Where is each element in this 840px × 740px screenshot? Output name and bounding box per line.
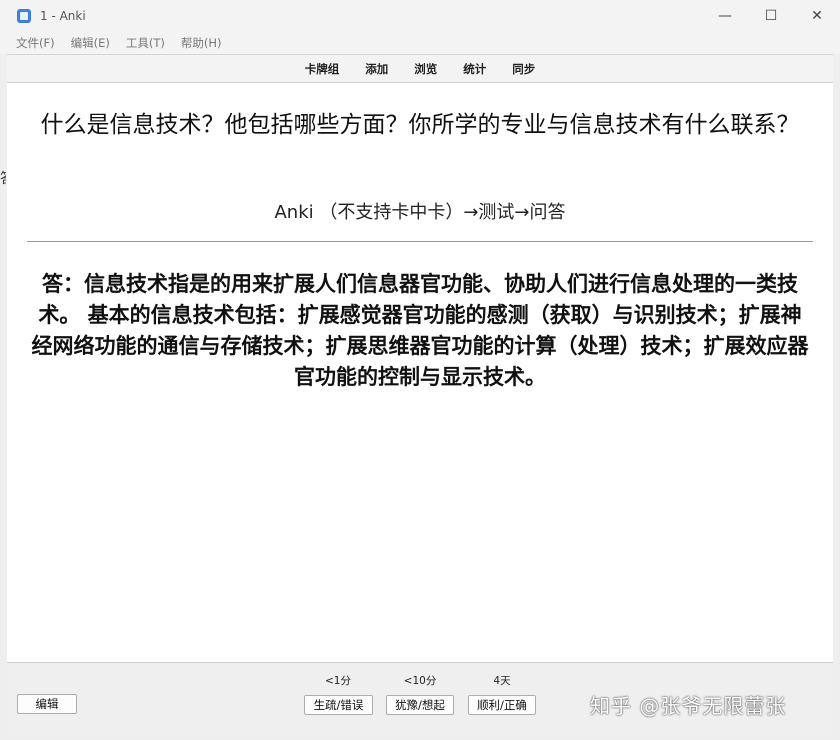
title-bar: 1 - Anki — ☐ ✕ (0, 0, 840, 31)
card-question: 什么是信息技术？他包括哪些方面？你所学的专业与信息技术有什么联系？ (40, 112, 800, 138)
interval-again: <1分 (325, 675, 351, 687)
toolbar-add[interactable]: 添加 (365, 61, 388, 77)
window-controls: — ☐ ✕ (702, 0, 840, 31)
close-button[interactable]: ✕ (794, 0, 840, 31)
toolbar-browse[interactable]: 浏览 (414, 61, 437, 77)
toolbar-decks[interactable]: 卡牌组 (305, 61, 340, 77)
answer-hard-button[interactable]: 犹豫/想起 (386, 695, 454, 715)
window-title: 1 - Anki (40, 8, 86, 23)
edit-button[interactable]: 编辑 (17, 694, 77, 714)
toolbar-stats[interactable]: 统计 (463, 61, 486, 77)
minimize-button[interactable]: — (702, 0, 748, 31)
card-answer: 答：信息技术指是的用来扩展人们信息器官功能、协助人们进行信息处理的一类技术。 基… (31, 272, 809, 389)
main-toolbar: 卡牌组 添加 浏览 统计 同步 (7, 54, 833, 82)
maximize-button[interactable]: ☐ (748, 0, 794, 31)
menu-file[interactable]: 文件(F) (16, 35, 55, 51)
watermark: 知乎 @张爷无限蕾张 (590, 694, 787, 718)
interval-good: 4天 (493, 675, 511, 687)
menu-bar: 文件(F) 编辑(E) 工具(T) 帮助(H) (0, 31, 840, 54)
clipped-side-text: 答 (0, 168, 6, 188)
menu-help[interactable]: 帮助(H) (181, 35, 222, 51)
menu-edit[interactable]: 编辑(E) (71, 35, 110, 51)
answer-good-button[interactable]: 顺利/正确 (468, 695, 536, 715)
card-hint: Anki （不支持卡中卡）→测试→问答 (274, 202, 566, 223)
interval-hard: <10分 (403, 675, 437, 687)
anki-app-icon (17, 8, 31, 23)
toolbar-sync[interactable]: 同步 (512, 61, 535, 77)
menu-tools[interactable]: 工具(T) (126, 35, 165, 51)
card-view: 什么是信息技术？他包括哪些方面？你所学的专业与信息技术有什么联系？ Anki （… (7, 82, 833, 663)
answer-divider (27, 241, 813, 242)
answer-again-button[interactable]: 生疏/错误 (304, 695, 373, 715)
